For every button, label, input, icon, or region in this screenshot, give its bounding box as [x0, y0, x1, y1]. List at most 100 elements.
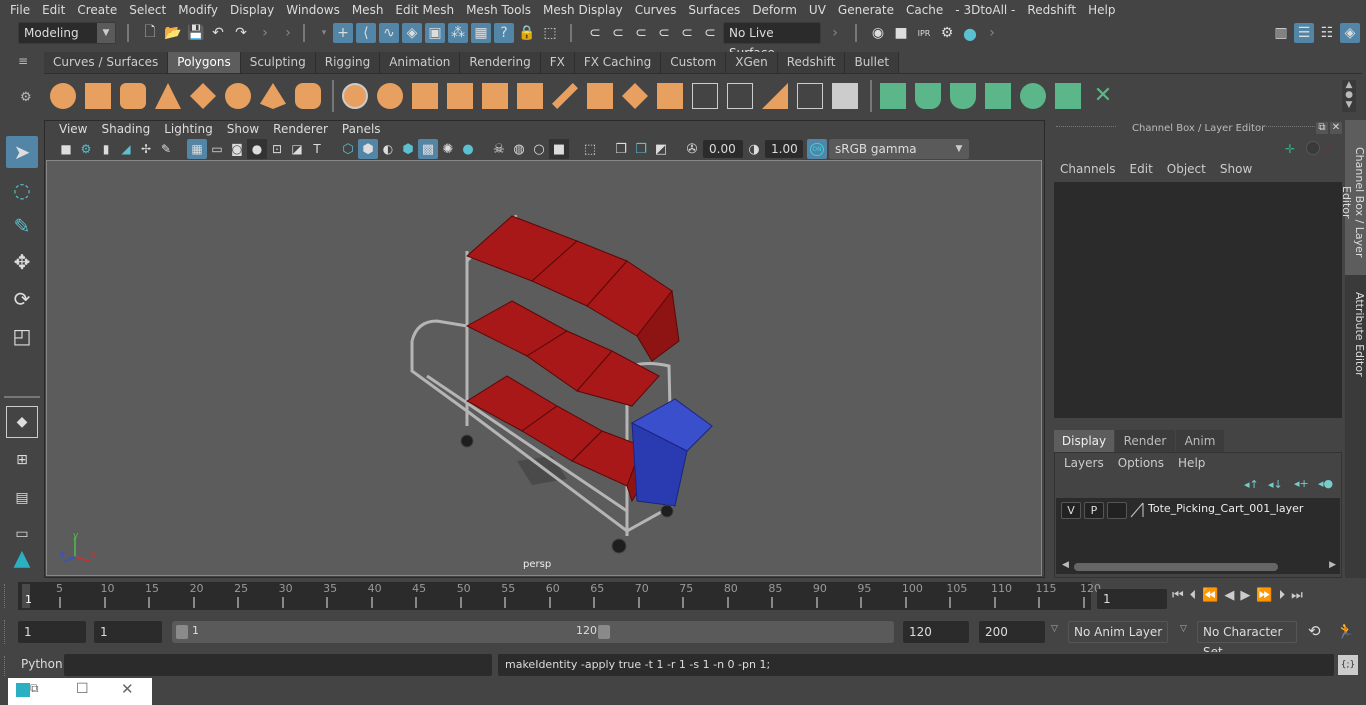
use-all-lights-icon[interactable]: ✺ — [438, 139, 458, 159]
combine-icon[interactable] — [342, 83, 368, 109]
snap-live-icon[interactable]: ⊂ — [700, 23, 720, 43]
poly-pyramid-icon[interactable] — [260, 83, 286, 109]
shelf-tab-polygons[interactable]: Polygons — [168, 52, 241, 73]
new-layer-selected-icon[interactable]: ◂● — [1318, 477, 1333, 490]
textured-icon[interactable]: ▩ — [418, 139, 438, 159]
panel-menu-lighting[interactable]: Lighting — [157, 122, 220, 139]
four-pane-layout-icon[interactable]: ⊞ — [6, 444, 38, 476]
2d-pan-zoom-icon[interactable]: ✢ — [136, 139, 156, 159]
layer-menu-options[interactable]: Options — [1118, 456, 1178, 470]
snap-curve-icon[interactable]: ⊂ — [608, 23, 628, 43]
drag-handle[interactable] — [4, 620, 14, 644]
isolate-select-icon[interactable]: ⬚ — [580, 139, 600, 159]
insert-edge-loop-icon[interactable] — [727, 83, 753, 109]
select-component-icon[interactable]: ∿ — [379, 23, 399, 43]
menu-uv[interactable]: UV — [803, 3, 832, 17]
layer-menu-help[interactable]: Help — [1178, 456, 1205, 470]
drag-handle[interactable] — [4, 584, 14, 608]
color-space-dropdown[interactable]: sRGB gamma ▼ — [829, 139, 969, 159]
speed-toggle-icon[interactable] — [1306, 141, 1320, 155]
cylindrical-mapping-icon[interactable] — [915, 83, 941, 109]
play-forwards-icon[interactable]: ▶ — [1240, 588, 1250, 608]
layer-display-type-toggle[interactable] — [1107, 502, 1127, 519]
chevron-down-icon[interactable]: ▾ — [314, 23, 334, 43]
wireframe-icon[interactable]: ⬡ — [338, 139, 358, 159]
layer-tab-display[interactable]: Display — [1054, 430, 1114, 452]
poly-pipe-icon[interactable] — [295, 83, 321, 109]
end-time-field[interactable]: 200 — [979, 621, 1045, 643]
close-window-icon[interactable]: ✕ — [121, 680, 134, 698]
depth-of-field-icon[interactable]: ■ — [549, 139, 569, 159]
append-polygon-icon[interactable] — [692, 83, 718, 109]
xray-components-icon[interactable]: ◩ — [651, 139, 671, 159]
chevron-down-icon[interactable]: ▽ — [1180, 624, 1187, 634]
select-render-icon[interactable]: ▦ — [471, 23, 491, 43]
select-hierarchy-icon[interactable]: + — [333, 23, 353, 43]
range-start-handle[interactable] — [176, 625, 188, 639]
spherical-mapping-icon[interactable] — [950, 83, 976, 109]
shelf-tab-xgen[interactable]: XGen — [726, 52, 778, 73]
grid-toggle-icon[interactable]: ▦ — [187, 139, 207, 159]
redo-icon[interactable]: ↷ — [231, 23, 251, 43]
select-face-icon[interactable]: ▣ — [425, 23, 445, 43]
animation-preferences-icon[interactable]: 🏃 — [1336, 622, 1355, 640]
move-layer-down-icon[interactable]: ◂↓ — [1268, 478, 1283, 491]
mode-menu-dropdown[interactable]: Modeling ▼ — [18, 22, 116, 44]
shelf-tab-fx[interactable]: FX — [540, 52, 575, 73]
exposure-icon[interactable]: ✇ — [682, 139, 702, 159]
channel-box-toggle-icon[interactable]: ◈ — [1340, 23, 1360, 43]
uv-editor-icon[interactable] — [1055, 83, 1081, 109]
menu-file[interactable]: File — [4, 3, 36, 17]
current-frame-field[interactable]: 1 — [1097, 589, 1167, 609]
layer-visibility-toggle[interactable]: V — [1061, 502, 1081, 519]
attribute-editor-toggle-icon[interactable]: ☰ — [1294, 23, 1314, 43]
collapse-arrow-icon[interactable]: › — [982, 23, 1002, 43]
camera-attributes-icon[interactable]: ⚙ — [76, 139, 96, 159]
shelf-tab-rendering[interactable]: Rendering — [460, 52, 541, 73]
hypershade-icon[interactable]: ● — [960, 23, 980, 43]
select-point-icon[interactable]: ◈ — [402, 23, 422, 43]
range-slider[interactable]: 1 120 — [172, 621, 894, 643]
menu-curves[interactable]: Curves — [629, 3, 683, 17]
gate-mask-icon[interactable]: ● — [247, 139, 267, 159]
poly-plane-icon[interactable] — [190, 83, 216, 109]
go-to-end-icon[interactable]: ⏭ — [1291, 588, 1303, 608]
playback-start-field[interactable]: 1 — [94, 621, 162, 643]
ipr-render-icon[interactable]: IPR — [914, 23, 934, 43]
select-tool-icon[interactable]: ➤ — [6, 136, 38, 168]
keyed-attributes-icon[interactable]: ⁄ — [1328, 142, 1330, 156]
menu-edit-mesh[interactable]: Edit Mesh — [389, 3, 460, 17]
target-weld-icon[interactable] — [657, 83, 683, 109]
render-current-frame-icon[interactable]: ■ — [891, 23, 911, 43]
xray-icon[interactable]: ❐ — [611, 139, 631, 159]
move-layer-up-icon[interactable]: ◂↑ — [1244, 478, 1259, 491]
grease-pencil-icon[interactable]: ✎ — [156, 139, 176, 159]
menu-3dtoall[interactable]: - 3DtoAll - — [949, 3, 1021, 17]
image-plane-icon[interactable]: ◢ — [116, 139, 136, 159]
snap-point-icon[interactable]: ⊂ — [631, 23, 651, 43]
bookmark-icon[interactable]: ▮ — [96, 139, 116, 159]
collapse-arrow-icon[interactable]: › — [255, 23, 275, 43]
start-time-field[interactable]: 1 — [18, 621, 86, 643]
default-material-icon[interactable]: ◐ — [378, 139, 398, 159]
resolution-gate-icon[interactable]: ◙ — [227, 139, 247, 159]
save-scene-icon[interactable]: 💾 — [186, 23, 206, 43]
paint-select-tool-icon[interactable]: ✎ — [6, 210, 38, 242]
modeling-toolkit-icon[interactable]: ▥ — [1271, 23, 1291, 43]
contour-stretch-icon[interactable] — [1020, 83, 1046, 109]
lasso-tool-icon[interactable]: ◌ — [6, 174, 38, 206]
panel-menu-shading[interactable]: Shading — [94, 122, 157, 139]
menu-mesh-display[interactable]: Mesh Display — [537, 3, 629, 17]
gamma-icon[interactable]: ◑ — [744, 139, 764, 159]
ambient-occlusion-icon[interactable]: ☠ — [489, 139, 509, 159]
collapse-arrow-icon[interactable]: › — [825, 23, 845, 43]
select-misc-icon[interactable]: ⁂ — [448, 23, 468, 43]
layer-tab-anim[interactable]: Anim — [1176, 430, 1224, 452]
menu-deform[interactable]: Deform — [746, 3, 803, 17]
xray-joints-icon[interactable]: ❐ — [631, 139, 651, 159]
channel-menu-show[interactable]: Show — [1220, 162, 1252, 176]
scale-tool-icon[interactable]: ◰ — [6, 320, 38, 352]
character-set-dropdown[interactable]: No Character Set — [1197, 621, 1297, 659]
step-back-frame-icon[interactable]: ⏴ — [1190, 588, 1197, 608]
shelf-tab-sculpting[interactable]: Sculpting — [240, 52, 316, 73]
